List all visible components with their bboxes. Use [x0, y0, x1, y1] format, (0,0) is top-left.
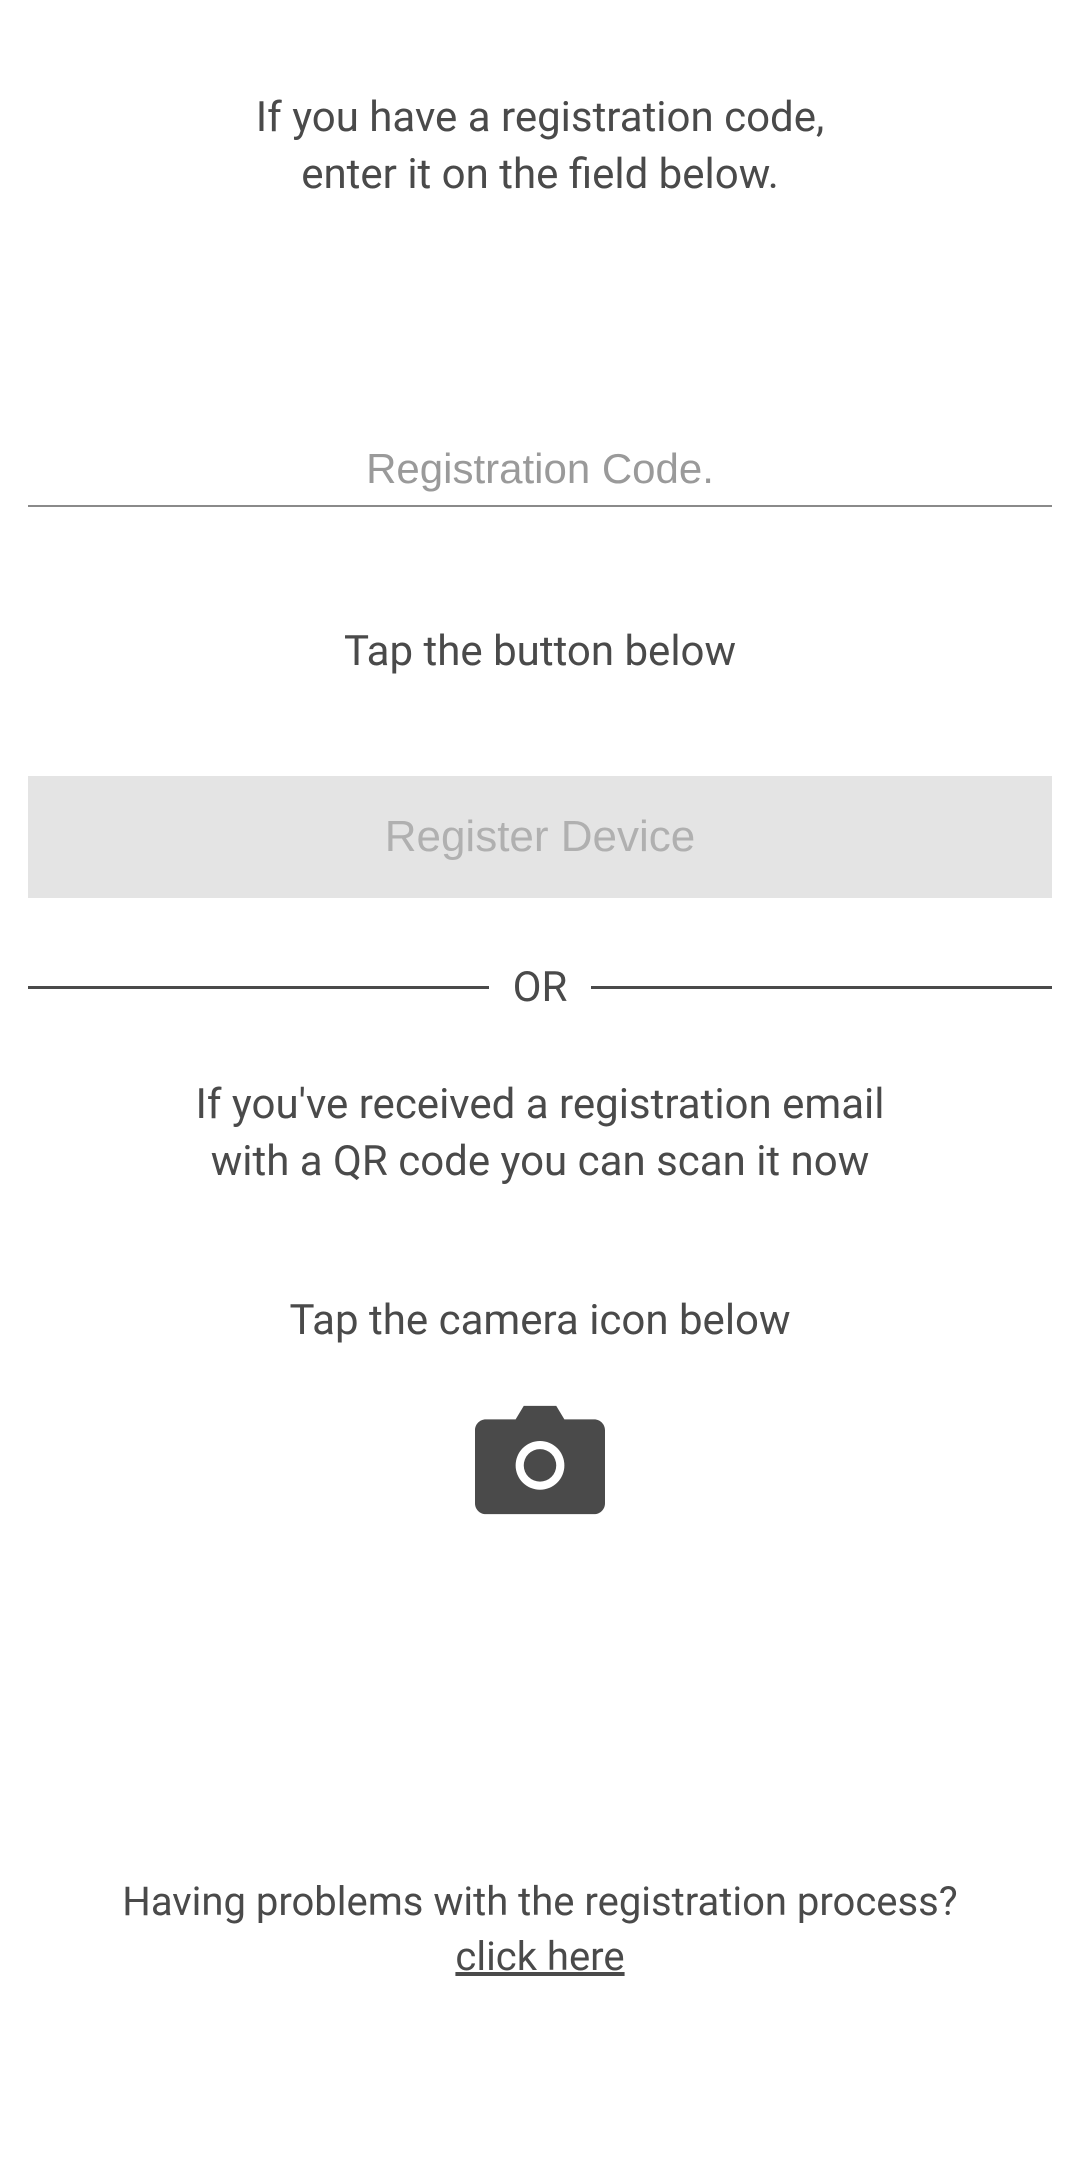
divider-label: OR: [513, 963, 568, 1012]
divider-line-right: [591, 986, 1052, 989]
problems-text: Having problems with the registration pr…: [28, 1878, 1052, 1925]
qr-line2: with a QR code you can scan it now: [211, 1137, 870, 1186]
divider-row: OR: [28, 963, 1052, 1012]
camera-button[interactable]: [28, 1405, 1052, 1515]
intro-line1: If you have a registration code,: [256, 93, 825, 142]
footer: Having problems with the registration pr…: [28, 1878, 1052, 1980]
camera-instruction: Tap the camera icon below: [28, 1296, 1052, 1345]
registration-code-input[interactable]: [28, 433, 1052, 507]
camera-icon: [475, 1405, 605, 1515]
intro-line2: enter it on the field below.: [301, 150, 779, 199]
tap-button-instruction: Tap the button below: [28, 627, 1052, 676]
help-link[interactable]: click here: [455, 1933, 624, 1980]
divider-line-left: [28, 986, 489, 989]
register-device-button[interactable]: Register Device: [28, 776, 1052, 898]
qr-line1: If you've received a registration email: [195, 1080, 884, 1129]
qr-instruction: If you've received a registration email …: [28, 1077, 1052, 1190]
input-wrapper: [28, 433, 1052, 507]
intro-text: If you have a registration code, enter i…: [28, 90, 1052, 203]
